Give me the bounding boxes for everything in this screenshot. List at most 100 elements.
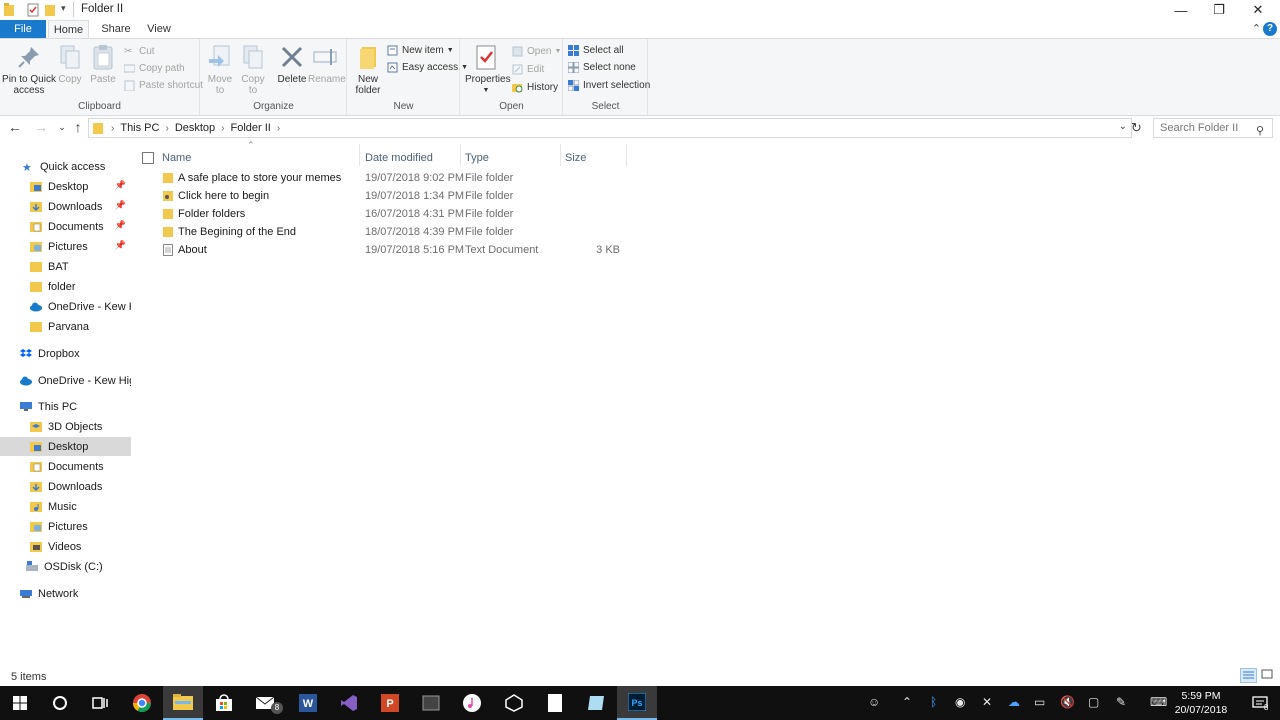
collapse-ribbon-icon[interactable]: ⌃ [1252,22,1261,35]
breadcrumb-desktop[interactable]: Desktop [175,122,215,134]
network-tray-icon[interactable]: ▢ [1088,695,1099,709]
pin-icon[interactable]: 📌 [115,220,126,231]
rename-button[interactable]: Rename [308,43,346,85]
nav-onedrive[interactable]: OneDrive - Kew High [0,371,131,390]
nav-quick-bat[interactable]: BAT [0,257,131,276]
select-all-checkbox[interactable] [142,152,154,164]
pin-icon[interactable]: 📌 [115,200,126,211]
tab-view[interactable]: View [140,20,178,38]
paste-shortcut-button[interactable]: Paste shortcut [124,78,203,93]
new-folder-button[interactable]: New folder [352,43,384,96]
large-icons-view-button[interactable] [1260,668,1277,683]
nav-pc-videos[interactable]: Videos [0,537,131,556]
chrome-icon[interactable] [122,686,162,720]
column-header-name[interactable]: Name [162,148,358,168]
breadcrumb-this-pc[interactable]: This PC [120,122,159,134]
cut-button[interactable]: ✂ Cut [124,44,155,59]
nav-quick-onedrive[interactable]: OneDrive - Kew High [0,297,131,316]
nav-quick-documents[interactable]: Documents 📌 [0,217,131,236]
bluetooth-icon[interactable]: ᛒ [930,695,937,709]
new-folder-quick-icon[interactable] [45,3,55,17]
chrome-tray-icon[interactable]: ◉ [955,695,965,709]
nav-pc-music[interactable]: Music [0,497,131,516]
select-none-button[interactable]: Select none [568,60,636,75]
nav-pc-desktop[interactable]: Desktop [0,437,131,456]
volume-muted-icon[interactable]: 🔇 [1060,695,1075,709]
invert-selection-button[interactable]: Invert selection [568,78,650,93]
new-item-button[interactable]: New item ▼ [387,43,454,58]
breadcrumb-separator-icon[interactable]: › [165,123,168,134]
pin-icon[interactable]: 📌 [115,180,126,191]
customize-quick-access-icon[interactable]: ▾ [61,3,66,17]
keyboard-icon[interactable]: ⌨ [1150,695,1167,709]
table-row[interactable]: Folder folders 16/07/2018 4:31 PM File f… [158,206,638,224]
mail-icon[interactable]: 8 [246,686,286,720]
itunes-icon[interactable] [452,686,492,720]
word-icon[interactable]: W [288,686,328,720]
back-arrow-icon[interactable]: ← [6,119,24,135]
properties-quick-icon[interactable] [27,3,39,17]
store-icon[interactable] [204,686,244,720]
copy-to-button[interactable]: Copy to [239,43,267,96]
search-input[interactable]: Search Folder II ⚲ [1153,118,1273,138]
refresh-icon[interactable]: ↻ [1131,120,1142,136]
app-window-icon[interactable] [411,686,451,720]
nav-quick-folder[interactable]: folder [0,277,131,296]
breadcrumb-separator-icon[interactable]: › [277,123,280,134]
breadcrumb-folder-ii[interactable]: Folder II [231,122,271,134]
nav-dropbox[interactable]: Dropbox [0,344,131,363]
help-icon[interactable]: ? [1263,22,1277,36]
action-center-icon[interactable]: 8 [1240,686,1280,720]
table-row[interactable]: A safe place to store your memes 19/07/2… [158,170,638,188]
forward-arrow-icon[interactable]: → [32,119,50,135]
nav-pc-osdisk[interactable]: OSDisk (C:) [0,557,131,576]
nav-pc-pictures[interactable]: Pictures [0,517,131,536]
select-all-button[interactable]: Select all [568,43,624,58]
column-divider[interactable] [460,144,461,166]
nav-quick-desktop[interactable]: Desktop 📌 [0,177,131,196]
nav-pc-downloads[interactable]: Downloads [0,477,131,496]
history-button[interactable]: History [512,80,558,95]
copy-path-button[interactable]: Copy path [124,61,185,76]
powerpoint-icon[interactable]: P [370,686,410,720]
pin-to-quick-access-button[interactable]: Pin to Quick access [2,43,56,96]
cortana-icon[interactable] [40,686,80,720]
restore-button[interactable]: ❐ [1199,0,1239,20]
minimize-button[interactable]: — [1161,0,1201,20]
tab-file[interactable]: File [0,20,46,38]
show-hidden-icons-chevron-icon[interactable]: ⌃ [902,695,912,709]
up-arrow-icon[interactable]: ↑ [69,119,87,135]
delete-button[interactable]: Delete [276,43,308,85]
column-divider[interactable] [359,144,360,166]
visual-studio-icon[interactable] [329,686,369,720]
people-icon[interactable]: ☺ [868,695,880,709]
move-to-button[interactable]: Move to [206,43,234,96]
easy-access-button[interactable]: Easy access ▼ [387,60,468,75]
windows-start-icon[interactable] [0,686,40,720]
nav-pc-documents[interactable]: Documents [0,457,131,476]
unity-icon[interactable] [494,686,534,720]
column-header-size[interactable]: Size [565,148,625,168]
nav-network[interactable]: Network [0,584,131,603]
open-button[interactable]: Open ▼ [512,44,561,59]
battery-icon[interactable]: ▭ [1034,695,1045,709]
column-header-date[interactable]: Date modified [365,148,460,168]
edit-button[interactable]: Edit [512,62,544,77]
column-divider[interactable] [626,144,627,166]
file-explorer-icon[interactable] [163,686,203,720]
tab-home[interactable]: Home [48,20,89,39]
antivirus-tray-icon[interactable]: ✕ [982,695,992,709]
tab-share[interactable]: Share [96,20,136,38]
paste-button[interactable]: Paste [88,43,118,85]
column-header-type[interactable]: Type [465,148,560,168]
pen-workspace-icon[interactable]: ✎ [1116,695,1126,709]
onedrive-tray-icon[interactable]: ☁ [1008,695,1020,709]
details-view-button[interactable] [1240,668,1257,683]
nav-quick-parvana[interactable]: Parvana [0,317,131,336]
system-clock[interactable]: 5:59 PM 20/07/2018 [1170,689,1232,717]
address-bar[interactable]: › This PC › Desktop › Folder II › ⌄ [88,118,1132,138]
task-view-icon[interactable] [80,686,120,720]
nav-quick-pictures[interactable]: Pictures 📌 [0,237,131,256]
pin-icon[interactable]: 📌 [115,240,126,251]
nav-this-pc[interactable]: This PC [0,397,131,416]
